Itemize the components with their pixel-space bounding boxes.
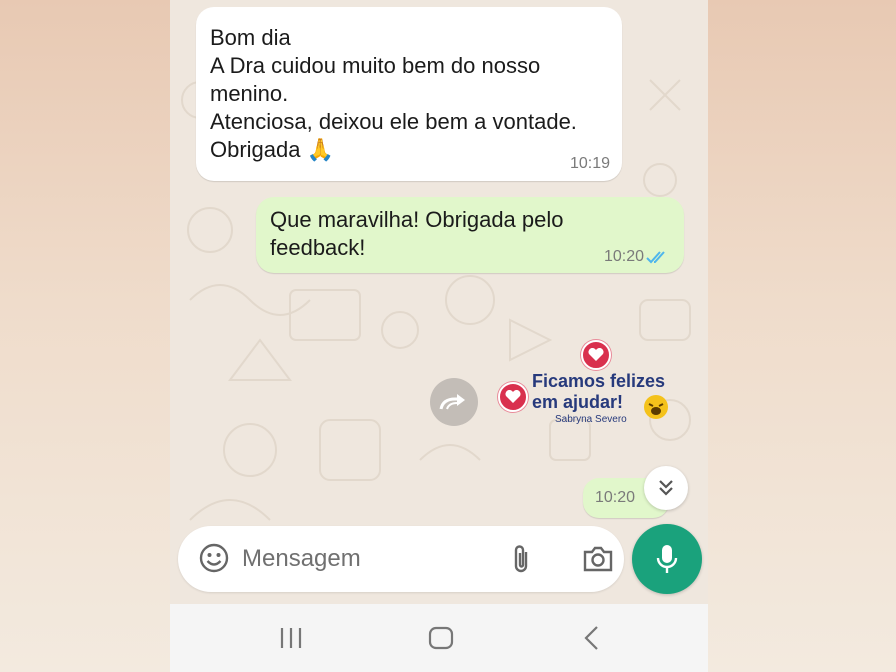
voice-message-button[interactable] bbox=[632, 524, 702, 594]
emoji-icon[interactable] bbox=[198, 542, 230, 574]
message-input[interactable] bbox=[242, 542, 492, 576]
outgoing-message-bubble[interactable]: Que maravilha! Obrigada pelo feedback! 1… bbox=[256, 197, 684, 273]
sticker-brand: Sabryna Severo bbox=[555, 414, 627, 425]
heart-icon bbox=[498, 382, 528, 412]
chat-screen: Bom dia A Dra cuidou muito bem do nosso … bbox=[170, 0, 708, 672]
message-time: 10:20 bbox=[603, 248, 644, 265]
message-text: Bom dia A Dra cuidou muito bem do nosso … bbox=[210, 25, 577, 162]
attach-icon[interactable] bbox=[508, 542, 534, 576]
home-icon[interactable] bbox=[428, 626, 454, 650]
message-text: Que maravilha! Obrigada pelo feedback! bbox=[270, 207, 564, 260]
laughing-emoji-icon bbox=[644, 395, 668, 419]
sticker-text-line2: em ajudar! bbox=[532, 392, 624, 412]
message-composer bbox=[178, 526, 624, 592]
recent-apps-icon[interactable] bbox=[278, 626, 304, 650]
forward-icon bbox=[439, 394, 465, 410]
forward-button[interactable] bbox=[430, 378, 478, 426]
read-ticks-icon bbox=[646, 251, 665, 264]
sticker-text-line1: Ficamos felizes bbox=[532, 371, 666, 391]
mic-icon bbox=[656, 545, 678, 573]
system-navigation-bar bbox=[170, 604, 708, 672]
incoming-message-bubble[interactable]: Bom dia A Dra cuidou muito bem do nosso … bbox=[196, 7, 622, 181]
message-time: 10:19 bbox=[569, 155, 610, 172]
back-icon[interactable] bbox=[582, 625, 602, 651]
praying-hands-emoji: 🙏 bbox=[306, 137, 335, 162]
scroll-to-bottom-button[interactable] bbox=[644, 466, 688, 510]
message-time: 10:20 bbox=[595, 489, 636, 506]
camera-icon[interactable] bbox=[582, 544, 614, 574]
heart-icon bbox=[581, 340, 611, 370]
sticker-message[interactable]: Ficamos felizes em ajudar! Sabryna Sever… bbox=[495, 338, 675, 438]
double-chevron-down-icon bbox=[659, 480, 673, 496]
